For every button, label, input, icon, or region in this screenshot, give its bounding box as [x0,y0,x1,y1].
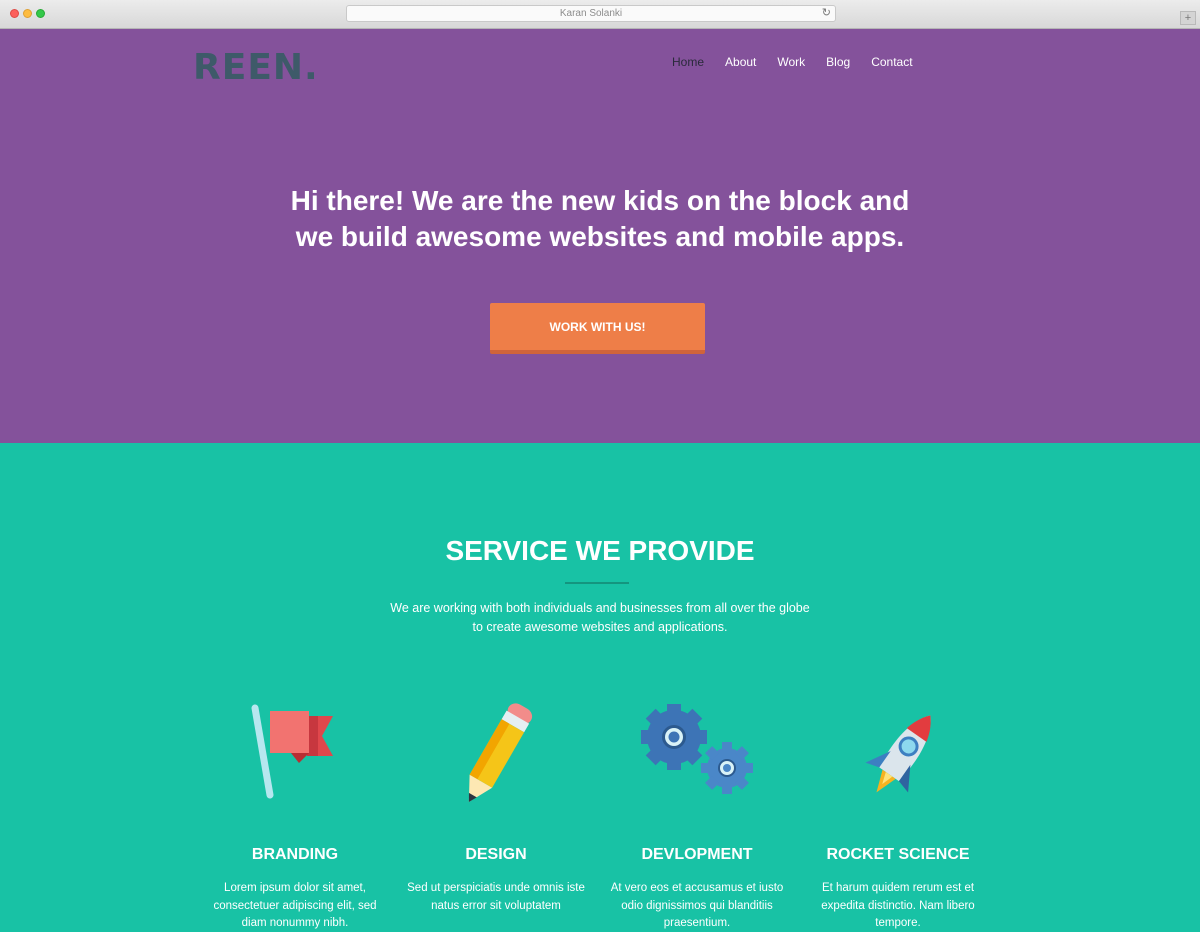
rocket-icon [865,715,931,793]
service-card-rocket-science: ROCKET SCIENCE Et harum quidem rerum est… [798,701,998,932]
gears-icon [641,704,753,794]
services-description: We are working with both individuals and… [0,599,1200,637]
work-with-us-button[interactable]: WORK WITH US! [490,303,705,354]
service-text-line: diam nonummy nibh. [241,917,349,929]
main-nav: Home About Work Blog Contact [672,55,913,69]
hero-headline-line-1: Hi there! We are the new kids on the blo… [290,185,910,216]
nav-item-about[interactable]: About [725,55,756,69]
nav-item-work[interactable]: Work [777,55,805,69]
minimize-window-icon[interactable] [23,9,32,18]
reload-icon[interactable]: ↻ [822,6,831,21]
service-card-development: DEVLOPMENT At vero eos et accusamus et i… [597,701,797,932]
address-bar[interactable]: Karan Solanki ↻ [346,5,836,22]
close-window-icon[interactable] [10,9,19,18]
service-card-branding: BRANDING Lorem ipsum dolor sit amet, con… [195,701,395,932]
service-text-line: consectetuer adipiscing elit, sed [213,899,377,912]
service-title-design: DESIGN [465,846,527,863]
service-title-rocket-science: ROCKET SCIENCE [826,846,970,863]
services-description-line-1: We are working with both individuals and… [390,601,810,615]
service-text-line: expedita distinctio. Nam libero [821,899,975,912]
hero-headline-line-2: we build awesome websites and mobile app… [295,221,905,252]
site-logo[interactable]: REEN. [193,47,319,88]
hero-headline: Hi there! We are the new kids on the blo… [0,183,1200,255]
service-text-line: Sed ut perspiciatis unde omnis iste [407,882,585,894]
service-text-line: Lorem ipsum dolor sit amet, [224,882,366,894]
zoom-window-icon[interactable] [36,9,45,18]
hero-section: REEN. Home About Work Blog Contact Hi th… [0,29,1200,443]
services-title: SERVICE WE PROVIDE [445,535,755,566]
services-section: SERVICE WE PROVIDE We are working with b… [0,443,1200,932]
browser-chrome: Karan Solanki ↻ + [0,0,1200,29]
nav-item-blog[interactable]: Blog [826,55,850,69]
service-text-rocket-science: Et harum quidem rerum est et expedita di… [798,880,998,932]
service-text-line: natus error sit voluptatem [431,899,561,912]
service-title-development: DEVLOPMENT [641,846,753,863]
services-description-line-2: to create awesome websites and applicati… [472,620,728,634]
service-text-line: Et harum quidem rerum est et [821,882,975,894]
service-text-branding: Lorem ipsum dolor sit amet, consectetuer… [195,880,395,932]
flag-icon [251,704,333,799]
nav-item-contact[interactable]: Contact [871,55,912,69]
service-text-development: At vero eos et accusamus et iusto odio d… [597,880,797,932]
service-text-design: Sed ut perspiciatis unde omnis iste natu… [396,880,596,915]
service-text-line: odio dignissimos qui blanditiis [621,899,773,912]
service-text-line: praesentium. [663,917,731,929]
pencil-icon [468,703,533,802]
service-text-line: tempore. [875,917,921,929]
address-bar-title: Karan Solanki [559,8,623,19]
service-card-design: DESIGN Sed ut perspiciatis unde omnis is… [396,701,596,915]
service-text-line: At vero eos et accusamus et iusto [610,882,784,894]
title-divider [565,582,629,584]
nav-item-home[interactable]: Home [672,55,704,69]
service-title-branding: BRANDING [251,846,339,863]
new-tab-icon[interactable]: + [1180,11,1196,25]
